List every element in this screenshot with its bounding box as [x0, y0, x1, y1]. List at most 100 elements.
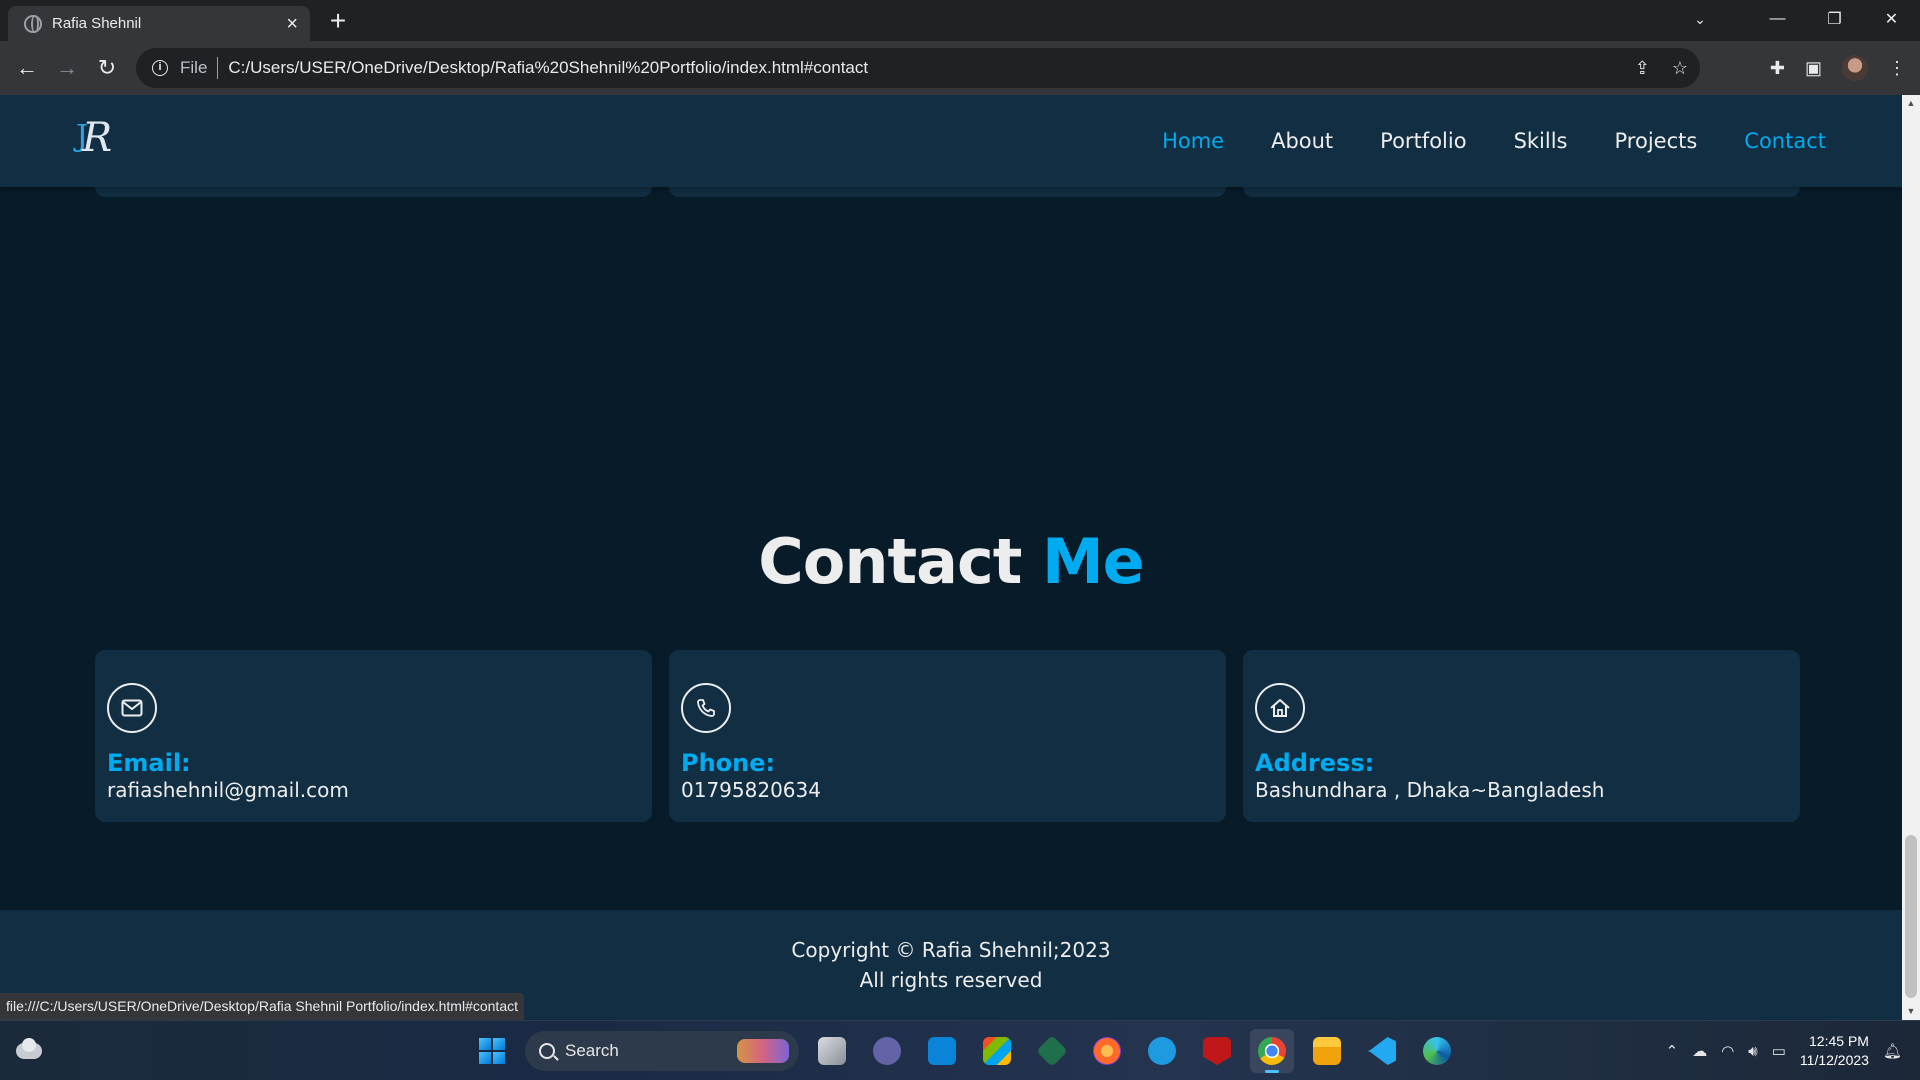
onedrive-icon[interactable]: ☁	[1692, 1042, 1707, 1060]
profile-avatar[interactable]	[1842, 55, 1868, 81]
notification-bell-icon[interactable]: 🔔︎	[1883, 1042, 1902, 1060]
vscode-icon	[1368, 1037, 1396, 1065]
mcafee-app[interactable]	[1195, 1029, 1239, 1073]
task-view-icon	[818, 1037, 846, 1065]
search-icon	[539, 1043, 555, 1059]
volume-icon[interactable]: 🔊︎	[1748, 1043, 1757, 1060]
contact-heading-part1: Contact	[758, 525, 1022, 598]
tray-overflow-chevron-icon[interactable]: ⌃	[1666, 1042, 1679, 1060]
clock[interactable]: 12:45 PM 11/12/2023	[1800, 1032, 1869, 1070]
tab-title: Rafia Shehnil	[52, 15, 142, 32]
scroll-up-arrow-icon[interactable]: ▲	[1902, 95, 1920, 112]
scheme-label: File	[180, 58, 208, 77]
browser-toolbar: ← → ↻ i File C:/Users/USER/OneDrive/Desk…	[0, 41, 1920, 95]
clock-date: 11/12/2023	[1799, 1052, 1869, 1068]
extensions-puzzle-icon[interactable]: ✚	[1770, 58, 1785, 79]
page-scrollbar[interactable]: ▲ ▼	[1902, 95, 1920, 1020]
site-header: J R Home About Portfolio Skills Projects…	[0, 95, 1902, 187]
nav-projects[interactable]: Projects	[1615, 129, 1698, 153]
nav-portfolio[interactable]: Portfolio	[1380, 129, 1466, 153]
taskbar-search-label: Search	[565, 1041, 619, 1060]
address-value: Bashundhara , Dhaka~Bangladesh	[1255, 778, 1605, 802]
nav-skills[interactable]: Skills	[1514, 129, 1568, 153]
nav-about[interactable]: About	[1271, 129, 1333, 153]
reload-icon[interactable]: ↻	[87, 48, 127, 88]
phone-value: 01795820634	[681, 778, 821, 802]
nav-home[interactable]: Home	[1162, 129, 1224, 153]
mail-icon	[107, 683, 157, 733]
system-tray: ⌃ ☁ ◠ 🔊︎ ▭ 12:45 PM 11/12/2023 🔔︎	[1666, 1021, 1920, 1080]
windows-logo-icon	[479, 1038, 505, 1064]
previous-card	[1243, 187, 1800, 197]
scroll-down-arrow-icon[interactable]: ▼	[1902, 1003, 1920, 1020]
folder-icon	[1313, 1037, 1341, 1065]
close-tab-icon[interactable]: ×	[286, 14, 298, 34]
email-label: Email:	[107, 749, 191, 777]
tab-search-chevron-icon[interactable]: ⌄	[1675, 0, 1725, 38]
myhp-app[interactable]	[920, 1029, 964, 1073]
file-explorer-app[interactable]	[1305, 1029, 1349, 1073]
task-view-button[interactable]	[810, 1029, 854, 1073]
address-label: Address:	[1255, 749, 1375, 777]
battery-icon[interactable]: ▭	[1772, 1042, 1786, 1060]
nav-contact[interactable]: Contact	[1744, 129, 1826, 153]
home-icon	[1255, 683, 1305, 733]
email-card: Email: rafiashehnil@gmail.com	[95, 650, 652, 822]
mcafee-shield-icon	[1203, 1037, 1231, 1065]
main-nav: Home About Portfolio Skills Projects Con…	[1162, 95, 1826, 187]
scroll-thumb[interactable]	[1905, 835, 1917, 998]
chrome-app[interactable]	[1250, 1029, 1294, 1073]
previous-section-cards	[95, 187, 1803, 287]
vscode-app[interactable]	[1360, 1029, 1404, 1073]
chat-icon	[873, 1037, 901, 1065]
omnibox-divider	[217, 57, 219, 79]
phone-card: Phone: 01795820634	[669, 650, 1226, 822]
globe-icon	[24, 14, 42, 33]
address-bar[interactable]: i File C:/Users/USER/OneDrive/Desktop/Ra…	[136, 48, 1700, 88]
help-icon	[1148, 1037, 1176, 1065]
site-info-icon[interactable]: i	[152, 60, 168, 76]
footer-copyright: Copyright © Rafia Shehnil;2023	[791, 938, 1111, 962]
new-tab-button[interactable]: +	[324, 7, 352, 36]
start-button[interactable]	[470, 1029, 514, 1073]
bookmark-star-icon[interactable]: ☆	[1672, 58, 1688, 79]
back-arrow-icon[interactable]: ←	[7, 48, 47, 88]
logo-letter: R	[82, 115, 113, 161]
myhp-icon	[928, 1037, 956, 1065]
page-viewport: J R Home About Portfolio Skills Projects…	[0, 95, 1902, 1020]
share-icon[interactable]: ⇪	[1635, 58, 1650, 79]
weather-widget-icon[interactable]	[14, 1037, 44, 1063]
menu-kebab-icon[interactable]: ⋮	[1888, 58, 1906, 79]
taskbar-search-box[interactable]: Search	[525, 1031, 799, 1071]
microsoft-store-app[interactable]	[975, 1029, 1019, 1073]
firefox-icon	[1093, 1037, 1121, 1065]
help-app[interactable]	[1140, 1029, 1184, 1073]
site-logo[interactable]: J R	[74, 113, 126, 171]
contact-heading: Contact Me	[0, 525, 1902, 598]
windows-taskbar: Search ⌃ ☁ ◠ 🔊︎ ▭ 12:45 PM 11/12/2023 🔔︎	[0, 1020, 1920, 1080]
side-panel-icon[interactable]: ▣	[1805, 58, 1822, 79]
contact-cards: Email: rafiashehnil@gmail.com Phone: 017…	[95, 650, 1803, 822]
edge-app[interactable]	[1415, 1029, 1459, 1073]
close-window-button[interactable]: ✕	[1863, 0, 1920, 38]
clock-time: 12:45 PM	[1809, 1033, 1869, 1049]
browser-tab[interactable]: Rafia Shehnil ×	[8, 6, 310, 41]
minimize-button[interactable]: —	[1749, 0, 1806, 38]
wifi-icon[interactable]: ◠	[1721, 1042, 1734, 1060]
phone-label: Phone:	[681, 749, 776, 777]
chrome-icon	[1258, 1037, 1286, 1065]
window-controls: — ❐ ✕	[1749, 0, 1920, 38]
firefox-app[interactable]	[1085, 1029, 1129, 1073]
git-icon	[1036, 1035, 1068, 1067]
address-card: Address: Bashundhara , Dhaka~Bangladesh	[1243, 650, 1800, 822]
git-tool-app[interactable]	[1030, 1029, 1074, 1073]
forward-arrow-icon[interactable]: →	[47, 48, 87, 88]
email-value: rafiashehnil@gmail.com	[107, 778, 349, 802]
restore-button[interactable]: ❐	[1806, 0, 1863, 38]
browser-tab-strip: Rafia Shehnil × + ⌄ — ❐ ✕	[0, 0, 1920, 41]
teams-chat-app[interactable]	[865, 1029, 909, 1073]
store-icon	[983, 1037, 1011, 1065]
link-status-bubble: file:///C:/Users/USER/OneDrive/Desktop/R…	[0, 993, 524, 1020]
url-text[interactable]: C:/Users/USER/OneDrive/Desktop/Rafia%20S…	[228, 58, 868, 78]
previous-card	[669, 187, 1226, 197]
